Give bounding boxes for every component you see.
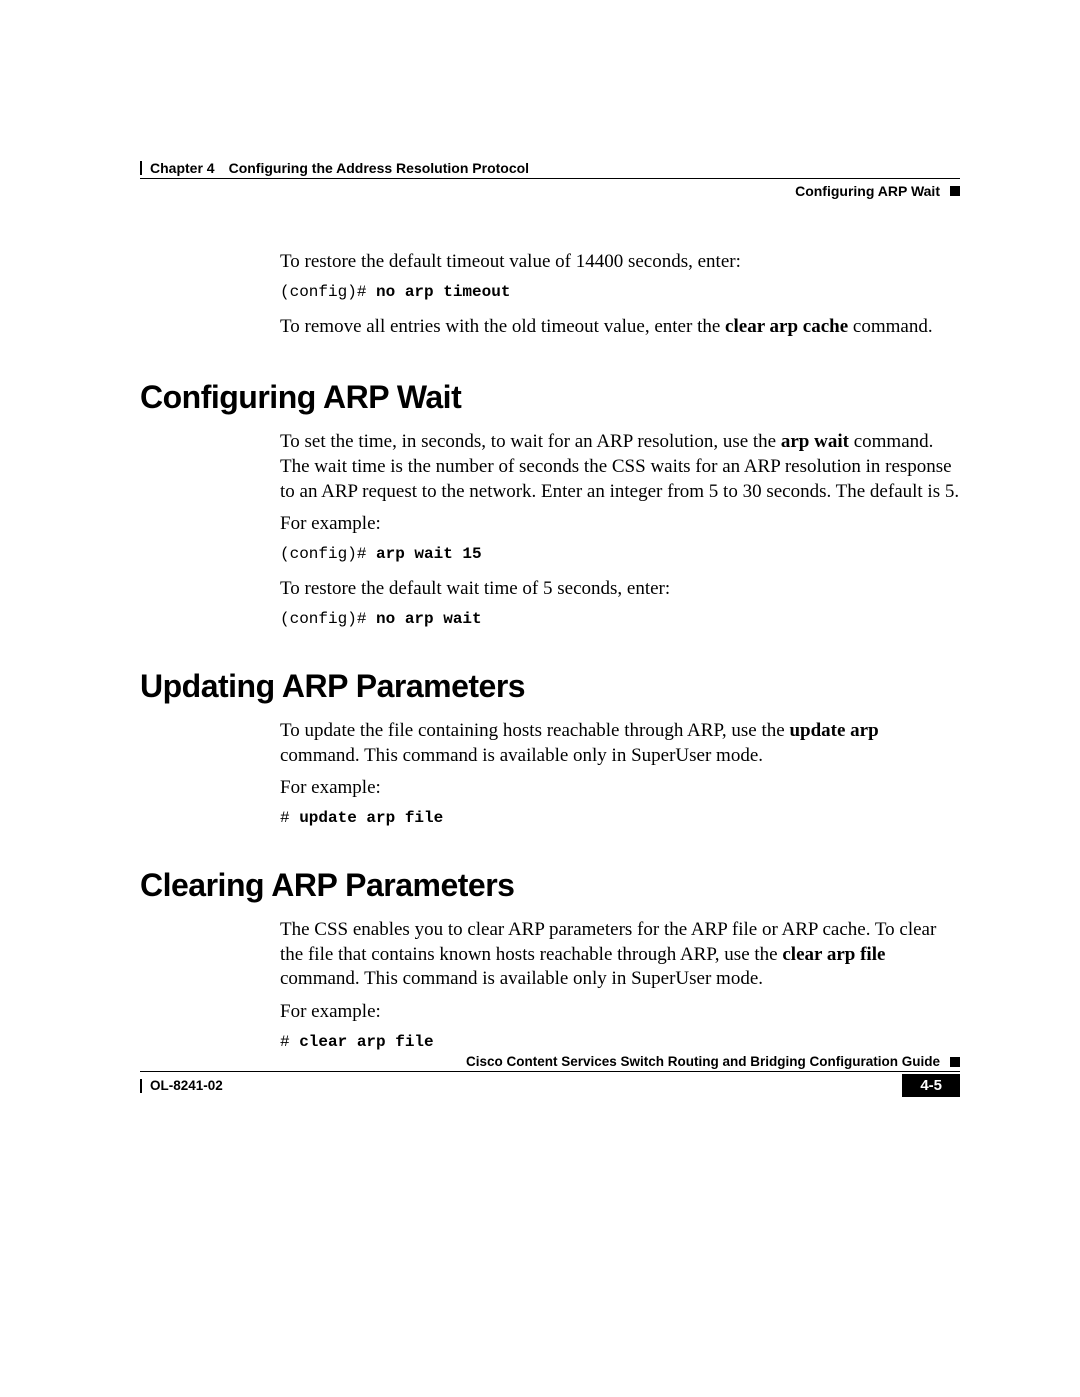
footer-doc-id: OL-8241-02 xyxy=(150,1078,223,1093)
header-rule xyxy=(140,178,960,179)
code-command: no arp wait xyxy=(376,610,482,628)
inline-command: arp wait xyxy=(781,431,849,452)
footer-bottom-row: OL-8241-02 4-5 xyxy=(140,1074,960,1097)
intro-para-1: To restore the default timeout value of … xyxy=(280,250,960,275)
header-bottom-row: Configuring ARP Wait xyxy=(140,183,960,199)
footer-guide-title: Cisco Content Services Switch Routing an… xyxy=(466,1054,940,1069)
s2-para-1: To update the file containing hosts reac… xyxy=(280,719,960,768)
footer-left: OL-8241-02 xyxy=(140,1078,223,1093)
chapter-number: Chapter 4 xyxy=(150,160,215,176)
code-prompt: # xyxy=(280,1033,299,1051)
intro-para-2: To remove all entries with the old timeo… xyxy=(280,315,960,340)
s3-para-1: The CSS enables you to clear ARP paramet… xyxy=(280,918,960,992)
s1-para-2: For example: xyxy=(280,512,960,537)
footer-title-row: Cisco Content Services Switch Routing an… xyxy=(140,1054,960,1071)
header-rule-mark-icon xyxy=(140,161,142,175)
header-top-row: Chapter 4 Configuring the Address Resolu… xyxy=(140,160,960,178)
code-clear-arp-file: # clear arp file xyxy=(280,1033,960,1051)
code-arp-wait: (config)# arp wait 15 xyxy=(280,545,960,563)
page-header: Chapter 4 Configuring the Address Resolu… xyxy=(140,160,960,199)
code-command: clear arp file xyxy=(299,1033,433,1051)
footer-rule xyxy=(140,1071,960,1072)
code-prompt: (config)# xyxy=(280,283,376,301)
footer-rule-mark-icon xyxy=(140,1079,142,1093)
chapter-title: Configuring the Address Resolution Proto… xyxy=(229,160,529,176)
code-update-arp-file: # update arp file xyxy=(280,809,960,827)
text-fragment: command. xyxy=(848,316,932,337)
text-fragment: To remove all entries with the old timeo… xyxy=(280,316,725,337)
s2-para-2: For example: xyxy=(280,776,960,801)
code-no-arp-timeout: (config)# no arp timeout xyxy=(280,283,960,301)
inline-command: clear arp file xyxy=(782,944,885,965)
footer-square-icon xyxy=(950,1057,960,1067)
heading-clearing-arp-parameters: Clearing ARP Parameters xyxy=(140,867,960,904)
text-fragment: To set the time, in seconds, to wait for… xyxy=(280,431,781,452)
code-no-arp-wait: (config)# no arp wait xyxy=(280,610,960,628)
header-square-icon xyxy=(950,186,960,196)
text-fragment: command. This command is available only … xyxy=(280,968,763,989)
inline-command: update arp xyxy=(789,720,878,741)
text-fragment: To update the file containing hosts reac… xyxy=(280,720,789,741)
code-prompt: (config)# xyxy=(280,545,376,563)
code-command: no arp timeout xyxy=(376,283,510,301)
page-number: 4-5 xyxy=(902,1074,960,1097)
inline-command: clear arp cache xyxy=(725,316,848,337)
code-prompt: (config)# xyxy=(280,610,376,628)
heading-updating-arp-parameters: Updating ARP Parameters xyxy=(140,668,960,705)
s1-para-3: To restore the default wait time of 5 se… xyxy=(280,577,960,602)
text-fragment: command. This command is available only … xyxy=(280,745,763,766)
page: Chapter 4 Configuring the Address Resolu… xyxy=(0,0,1080,1397)
code-prompt: # xyxy=(280,809,299,827)
page-content: To restore the default timeout value of … xyxy=(140,250,960,1065)
code-command: update arp file xyxy=(299,809,443,827)
heading-configuring-arp-wait: Configuring ARP Wait xyxy=(140,379,960,416)
s1-para-1: To set the time, in seconds, to wait for… xyxy=(280,430,960,504)
s3-para-2: For example: xyxy=(280,1000,960,1025)
code-command: arp wait 15 xyxy=(376,545,482,563)
header-section-ref: Configuring ARP Wait xyxy=(795,183,940,199)
page-footer: Cisco Content Services Switch Routing an… xyxy=(140,1054,960,1097)
